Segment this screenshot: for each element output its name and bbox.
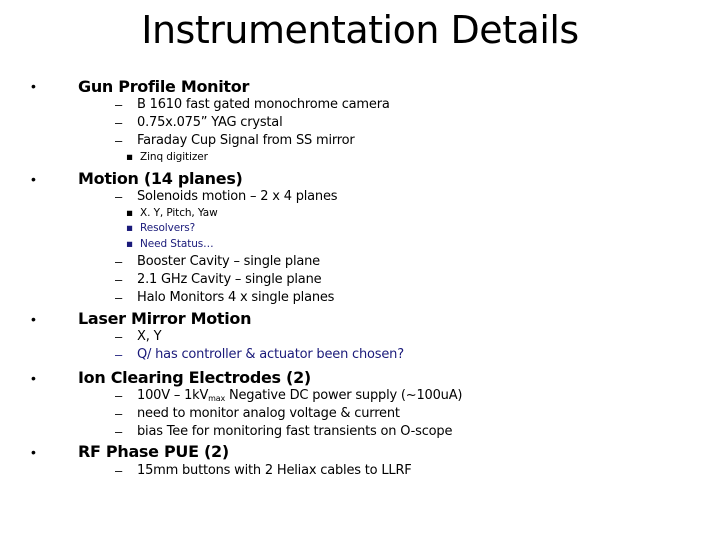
- list-item: 2.1 GHz Cavity – single plane: [137, 272, 322, 287]
- list-item-text: Negative DC power supply (~100uA): [225, 388, 463, 403]
- dash-icon: –: [115, 133, 123, 148]
- bullet-icon: •: [31, 311, 36, 327]
- section-heading-gun-profile-monitor: Gun Profile Monitor: [78, 77, 250, 96]
- list-item-note: Q/ has controller & actuator been chosen…: [137, 347, 404, 362]
- list-item-subscript: max: [208, 394, 226, 403]
- sub-list-item-note: Resolvers?: [140, 222, 196, 234]
- list-item: Solenoids motion – 2 x 4 planes: [137, 189, 338, 204]
- dash-icon: –: [115, 254, 123, 269]
- section-heading-rf-phase-pue: RF Phase PUE (2): [78, 442, 229, 461]
- dash-icon: –: [115, 189, 123, 204]
- section-heading-motion: Motion (14 planes): [78, 169, 243, 188]
- list-item-text: 100V – 1kV: [137, 388, 209, 403]
- list-item: 15mm buttons with 2 Heliax cables to LLR…: [137, 463, 412, 478]
- list-item: Faraday Cup Signal from SS mirror: [137, 133, 355, 148]
- sub-list-item-note: Need Status…: [140, 238, 214, 250]
- section-heading-laser-mirror-motion: Laser Mirror Motion: [78, 309, 252, 328]
- dash-icon: –: [115, 272, 123, 287]
- dash-icon: –: [115, 406, 123, 421]
- dash-icon: –: [115, 347, 123, 362]
- section-heading-ion-clearing-electrodes: Ion Clearing Electrodes (2): [78, 368, 311, 387]
- list-item: Booster Cavity – single plane: [137, 254, 320, 269]
- sub-bullet-icon: ▪: [126, 238, 134, 250]
- list-item: X, Y: [137, 329, 162, 344]
- list-item: bias Tee for monitoring fast transients …: [137, 424, 453, 439]
- dash-icon: –: [115, 463, 123, 478]
- list-item: 0.75x.075” YAG crystal: [137, 115, 283, 130]
- sub-bullet-icon: ▪: [126, 222, 134, 234]
- list-item: B 1610 fast gated monochrome camera: [137, 97, 390, 112]
- sub-bullet-icon: ▪: [126, 151, 134, 163]
- bullet-icon: •: [31, 171, 36, 187]
- sub-list-item: X. Y, Pitch, Yaw: [140, 207, 218, 219]
- dash-icon: –: [115, 115, 123, 130]
- dash-icon: –: [115, 97, 123, 112]
- bullet-icon: •: [31, 78, 36, 94]
- dash-icon: –: [115, 329, 123, 344]
- sub-bullet-icon: ▪: [126, 207, 134, 219]
- list-item: need to monitor analog voltage & current: [137, 406, 400, 421]
- dash-icon: –: [115, 424, 123, 439]
- bullet-icon: •: [31, 370, 36, 386]
- slide-title: Instrumentation Details: [141, 8, 579, 52]
- dash-icon: –: [115, 290, 123, 305]
- bullet-icon: •: [31, 444, 36, 460]
- sub-list-item: Zinq digitizer: [140, 151, 208, 163]
- dash-icon: –: [115, 388, 123, 403]
- list-item: Halo Monitors 4 x single planes: [137, 290, 335, 305]
- list-item: 100V – 1kVmax Negative DC power supply (…: [137, 388, 462, 403]
